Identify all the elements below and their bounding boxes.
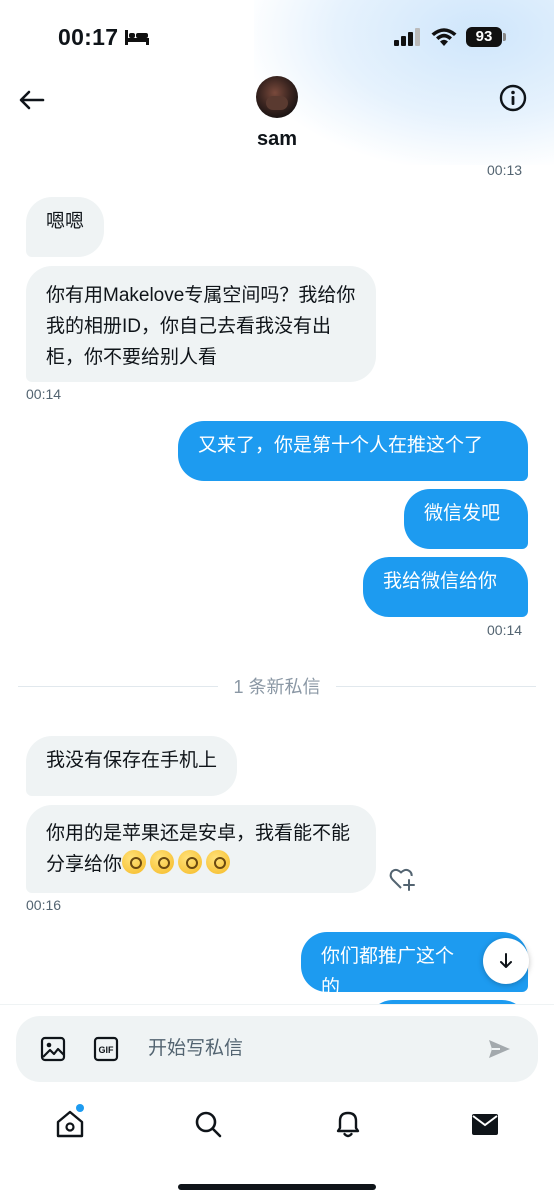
bell-icon[interactable] <box>332 1108 364 1140</box>
contact-name[interactable]: sam <box>0 128 554 151</box>
heart-plus-icon[interactable] <box>388 866 416 892</box>
info-button[interactable] <box>498 83 528 113</box>
message-timestamp: 00:14 <box>26 386 62 402</box>
composer-separator <box>0 1004 554 1005</box>
message-timestamp: 00:16 <box>26 897 62 913</box>
battery-tip <box>503 33 506 41</box>
message-timestamp: 00:13 <box>487 162 523 178</box>
wifi-icon <box>431 28 457 46</box>
scroll-to-bottom-button[interactable] <box>483 938 529 984</box>
avatar[interactable] <box>256 76 298 118</box>
home-icon[interactable] <box>54 1108 86 1140</box>
status-bar: 00:17 93 <box>0 0 554 70</box>
monocle-emoji-icon <box>206 850 231 874</box>
home-notification-dot <box>76 1104 84 1112</box>
conversation-header: sam <box>0 70 554 162</box>
message-bubble-incoming[interactable]: 你有用Makelove专属空间吗？我给你我的相册ID，你自己去看我没有出柜，你不… <box>26 266 376 382</box>
back-button[interactable] <box>16 84 48 116</box>
message-input[interactable] <box>148 1034 448 1064</box>
message-composer: GIF <box>16 1016 538 1082</box>
gif-icon[interactable]: GIF <box>93 1036 119 1062</box>
search-icon[interactable] <box>192 1108 224 1140</box>
arrow-down-icon <box>500 953 512 968</box>
monocle-emoji-icon <box>150 850 175 874</box>
message-bubble-outgoing[interactable]: 我给微信给你 <box>363 557 528 617</box>
bed-icon <box>125 30 149 45</box>
monocle-emoji-icon <box>122 850 147 874</box>
svg-text:GIF: GIF <box>99 1045 115 1055</box>
battery-indicator: 93 <box>466 27 502 47</box>
status-time: 00:17 <box>58 24 119 50</box>
message-bubble-outgoing[interactable]: 又来了，你是第十个人在推这个了 <box>178 421 528 481</box>
message-bubble-outgoing[interactable]: 微信发吧 <box>404 489 528 549</box>
message-list: 00:13 嗯嗯 你有用Makelove专属空间吗？我给你我的相册ID，你自己去… <box>0 162 554 1004</box>
message-bubble-incoming[interactable]: 你用的是苹果还是安卓，我看能不能分享给你 <box>26 805 376 893</box>
new-messages-divider: 1 条新私信 <box>233 677 321 697</box>
message-bubble-incoming[interactable]: 我没有保存在手机上 <box>26 736 238 796</box>
mail-icon[interactable] <box>469 1108 501 1140</box>
image-icon[interactable] <box>40 1036 66 1062</box>
home-indicator <box>178 1184 376 1190</box>
signal-icon <box>394 28 420 46</box>
message-timestamp: 00:14 <box>487 622 523 638</box>
message-bubble-incoming[interactable]: 嗯嗯 <box>26 197 105 257</box>
send-icon[interactable] <box>486 1036 512 1062</box>
monocle-emoji-icon <box>178 850 203 874</box>
